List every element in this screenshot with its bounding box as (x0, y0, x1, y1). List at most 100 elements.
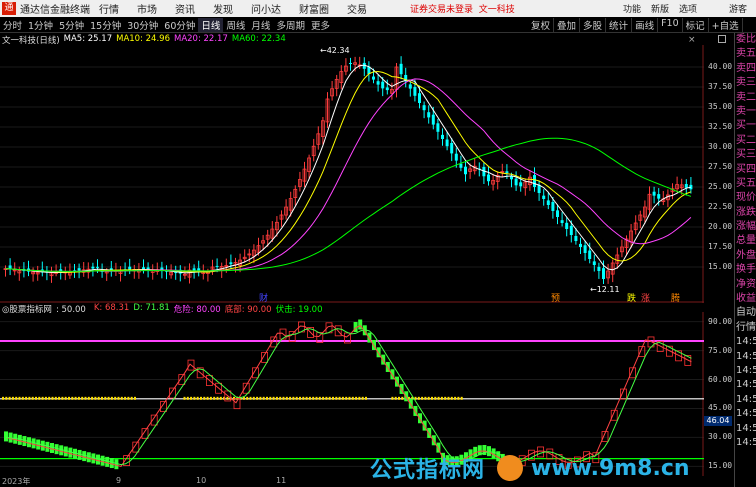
side-panel-item: 14:50 (736, 379, 756, 391)
side-panel-item[interactable]: 净资 (735, 278, 756, 292)
side-panel-item[interactable]: 买三 (735, 148, 756, 162)
candle-body (505, 171, 509, 173)
tab-timeshare[interactable]: 分时 (0, 18, 25, 32)
candlestick-chart[interactable] (0, 45, 704, 303)
mark-fall[interactable]: 跌 (627, 291, 636, 304)
side-panel-item[interactable]: 现价 (735, 191, 756, 205)
tool-draw[interactable]: 画线 (632, 17, 659, 32)
signal-dot (74, 396, 77, 400)
signal-dot (206, 396, 209, 400)
menu-item-ask[interactable]: 问小达 (242, 1, 290, 16)
candle-body (565, 222, 569, 229)
link-new-version[interactable]: 新版 (646, 2, 674, 15)
candle-body (229, 262, 233, 265)
signal-dot (183, 396, 186, 400)
signal-dot (417, 396, 420, 400)
tool-add-watchlist[interactable]: +自选 (709, 17, 743, 32)
side-panel-item: 自动 (736, 307, 756, 319)
tab-5min[interactable]: 5分钟 (56, 18, 87, 32)
side-panel-item[interactable]: 涨幅 (735, 220, 756, 234)
signal-dot (216, 396, 219, 400)
signal-dot (252, 396, 255, 400)
side-panel-item[interactable]: 收益 (735, 292, 756, 306)
side-panel-item[interactable]: 买四 (735, 163, 756, 177)
signal-dot (91, 396, 94, 400)
side-panel-item[interactable]: 卖五 (735, 47, 756, 61)
signal-dot (28, 396, 31, 400)
side-panel-item: 14:50 (736, 393, 756, 405)
signal-dot (325, 396, 328, 400)
side-panel-item[interactable]: 外盘 (735, 249, 756, 263)
watermark-text-right: www.9m8.cn (531, 455, 690, 481)
side-panel-item[interactable]: 换手 (735, 263, 756, 277)
signal-dot (110, 396, 113, 400)
signal-dot (196, 396, 199, 400)
close-icon[interactable]: × (688, 35, 696, 45)
side-panel-item[interactable]: 卖四 (735, 62, 756, 76)
signal-dot (48, 396, 51, 400)
link-function[interactable]: 功能 (618, 2, 646, 15)
menu-item-news[interactable]: 资讯 (166, 1, 204, 16)
mark-rise[interactable]: 涨 (641, 291, 650, 304)
candle-body (372, 76, 375, 80)
signal-dot (322, 396, 325, 400)
candle-body (684, 184, 688, 188)
tool-overlay[interactable]: 叠加 (554, 17, 581, 32)
mark-forecast[interactable]: 预 (551, 291, 560, 304)
square-icon[interactable] (718, 35, 726, 43)
menu-item-discover[interactable]: 发现 (204, 1, 242, 16)
side-panel-item: 14:50 (736, 422, 756, 434)
side-panel-item[interactable]: 卖三 (735, 76, 756, 90)
side-panel-item[interactable]: 买五 (735, 177, 756, 191)
tool-mark[interactable]: 标记 (683, 17, 709, 32)
tool-adjust[interactable]: 复权 (528, 17, 555, 32)
signal-dot (120, 396, 123, 400)
menu-item-quotes[interactable]: 行情 (90, 1, 128, 16)
side-panel-item[interactable]: 卖一 (735, 105, 756, 119)
signal-dot (21, 396, 24, 400)
date-label-oct: 10 (196, 476, 207, 485)
candle-body (441, 134, 444, 139)
signal-dot (219, 396, 222, 400)
tab-15min[interactable]: 15分钟 (87, 18, 124, 32)
tab-daily[interactable]: 日线 (198, 17, 224, 32)
side-panel-item[interactable]: 涨跌 (735, 206, 756, 220)
mark-surge[interactable]: 腾 (671, 291, 680, 304)
menu-item-wealth[interactable]: 财富圈 (290, 1, 338, 16)
menu-item-market[interactable]: 市场 (128, 1, 166, 16)
link-options[interactable]: 选项 (674, 2, 702, 15)
tool-stats[interactable]: 统计 (606, 17, 633, 32)
watermark-logo-icon (497, 455, 524, 481)
side-panel-item[interactable]: 买二 (735, 134, 756, 148)
signal-dot (84, 396, 87, 400)
side-panel-item[interactable]: 卖二 (735, 91, 756, 105)
signal-dot (97, 396, 100, 400)
candle-body (602, 268, 605, 279)
candle-body (422, 105, 426, 111)
signal-dot (226, 396, 229, 400)
tab-monthly[interactable]: 月线 (248, 18, 273, 32)
signal-dot (398, 396, 400, 400)
tab-multi-period[interactable]: 多周期 (273, 18, 308, 32)
login-notice[interactable]: 证券交易未登录 文一科技 (410, 2, 515, 15)
tab-60min[interactable]: 60分钟 (161, 18, 198, 32)
tab-30min[interactable]: 30分钟 (124, 18, 161, 32)
signal-dot (391, 396, 394, 400)
side-panel-item[interactable]: 总量 (735, 234, 756, 248)
tab-1min[interactable]: 1分钟 (25, 18, 56, 32)
candle-body (96, 266, 99, 268)
candle-body (427, 112, 431, 118)
tab-weekly[interactable]: 周线 (223, 18, 248, 32)
candle-body (464, 166, 467, 175)
tool-f10[interactable]: F10 (658, 17, 683, 32)
menu-item-trade[interactable]: 交易 (338, 1, 376, 16)
side-panel-item[interactable]: 委比 (735, 33, 756, 47)
tab-more[interactable]: 更多 (308, 18, 333, 32)
link-guest[interactable]: 游客 (724, 2, 752, 15)
signal-dot (318, 396, 321, 400)
candle-body (445, 139, 449, 147)
side-panel-item[interactable]: 买一 (735, 119, 756, 133)
candle-body (546, 200, 550, 205)
tool-multi-stock[interactable]: 多股 (580, 17, 607, 32)
signal-dot (335, 396, 338, 400)
